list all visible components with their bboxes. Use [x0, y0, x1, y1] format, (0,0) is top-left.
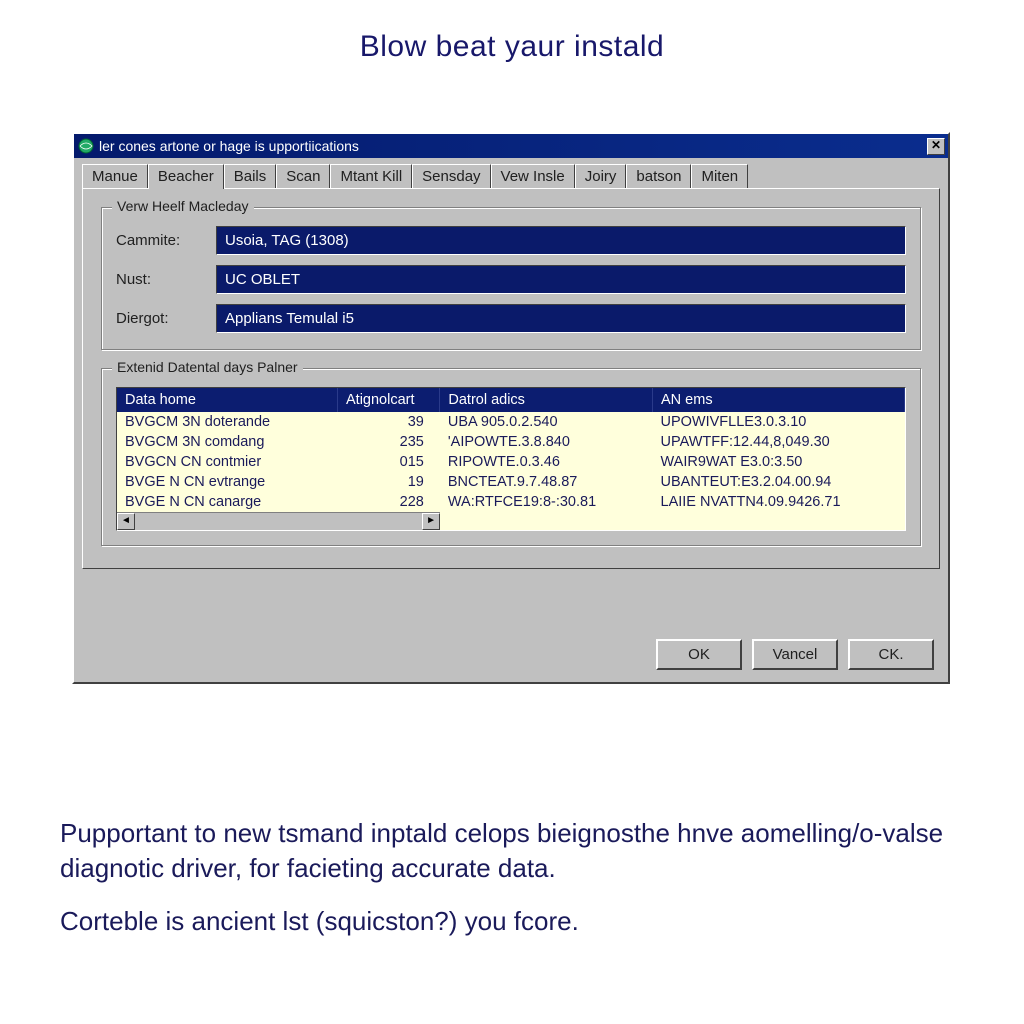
data-table-wrap: Data home Atignolcart Datrol adics AN em… — [116, 387, 906, 531]
col-header-an-ems[interactable]: AN ems — [653, 388, 905, 412]
table-row[interactable]: BVGE N CN canarge 228 WA:RTFCE19:8-:30.8… — [117, 492, 905, 512]
value-nust[interactable]: UC OBLET — [216, 265, 906, 294]
cell: WAIR9WAT E3.0:3.50 — [653, 452, 905, 472]
tab-sensday[interactable]: Sensday — [412, 164, 490, 188]
cell: UBANTEUT:E3.2.04.00.94 — [653, 472, 905, 492]
data-table: Data home Atignolcart Datrol adics AN em… — [117, 388, 905, 512]
table-row[interactable]: BVGCM 3N comdang 235 'AIPOWTE.3.8.840 UP… — [117, 432, 905, 452]
paragraph-2: Corteble is ancient lst (squicston?) you… — [60, 904, 960, 939]
scroll-right-icon[interactable]: ► — [422, 513, 440, 530]
tab-batson[interactable]: batson — [626, 164, 691, 188]
cell: UPAWTFF:12.44,8,049.30 — [653, 432, 905, 452]
cell: UBA 905.0.2.540 — [440, 412, 653, 432]
button-row: OK Vancel CK. — [74, 629, 948, 682]
cell: BVGCM 3N comdang — [117, 432, 338, 452]
tab-scan[interactable]: Scan — [276, 164, 330, 188]
dialog-window: ler cones artone or hage is upportiicati… — [72, 132, 950, 684]
tab-manue[interactable]: Manue — [82, 164, 148, 188]
label-nust: Nust: — [116, 271, 216, 288]
label-cammite: Cammite: — [116, 232, 216, 249]
cancel-button[interactable]: Vancel — [752, 639, 838, 670]
col-header-atignolcart[interactable]: Atignolcart — [338, 388, 440, 412]
scroll-left-icon[interactable]: ◄ — [117, 513, 135, 530]
body-copy: Pupportant to new tsmand inptald celops … — [60, 816, 960, 957]
cell: 015 — [338, 452, 440, 472]
titlebar: ler cones artone or hage is upportiicati… — [74, 134, 948, 158]
table-row[interactable]: BVGCM 3N doterande 39 UBA 905.0.2.540 UP… — [117, 412, 905, 432]
cell: 'AIPOWTE.3.8.840 — [440, 432, 653, 452]
col-header-datrol-adics[interactable]: Datrol adics — [440, 388, 653, 412]
tab-vew-insle[interactable]: Vew Insle — [491, 164, 575, 188]
close-icon: ✕ — [931, 138, 941, 152]
tab-strip: Manue Beacher Bails Scan Mtant Kill Sens… — [82, 164, 940, 188]
cell: 235 — [338, 432, 440, 452]
value-cammite[interactable]: Usoia, TAG (1308) — [216, 226, 906, 255]
h-scrollbar[interactable]: ◄ ► — [117, 512, 440, 530]
cell: BVGE N CN canarge — [117, 492, 338, 512]
cell: 228 — [338, 492, 440, 512]
cell: 39 — [338, 412, 440, 432]
ck-button[interactable]: CK. — [848, 639, 934, 670]
cell: BVGCM 3N doterande — [117, 412, 338, 432]
cell: UPOWIVFLLE3.0.3.10 — [653, 412, 905, 432]
table-row[interactable]: BVGE N CN evtrange 19 BNCTEAT.9.7.48.87 … — [117, 472, 905, 492]
table-row[interactable]: BVGCN CN contmier 015 RIPOWTE.0.3.46 WAI… — [117, 452, 905, 472]
groupbox-verw-heelf: Verw Heelf Macleday Cammite: Usoia, TAG … — [101, 207, 921, 350]
page-title: Blow beat yaur instald — [0, 0, 1024, 64]
paragraph-1: Pupportant to new tsmand inptald celops … — [60, 816, 960, 886]
close-button[interactable]: ✕ — [927, 138, 945, 155]
cell: LAIIE NVATTN4.09.9426.71 — [653, 492, 905, 512]
groupbox-legend-1: Verw Heelf Macleday — [112, 198, 254, 214]
cell: BNCTEAT.9.7.48.87 — [440, 472, 653, 492]
cell: BVGE N CN evtrange — [117, 472, 338, 492]
app-icon — [78, 138, 94, 154]
tab-mtant-kill[interactable]: Mtant Kill — [330, 164, 412, 188]
cell: WA:RTFCE19:8-:30.81 — [440, 492, 653, 512]
scroll-track[interactable] — [135, 513, 422, 530]
tab-miten[interactable]: Miten — [691, 164, 748, 188]
groupbox-legend-2: Extenid Datental days Palner — [112, 359, 303, 375]
label-diergot: Diergot: — [116, 310, 216, 327]
tab-joiry[interactable]: Joiry — [575, 164, 627, 188]
groupbox-extenid: Extenid Datental days Palner Data home A… — [101, 368, 921, 546]
tab-bails[interactable]: Bails — [224, 164, 277, 188]
window-title: ler cones artone or hage is upportiicati… — [99, 138, 359, 154]
cell: BVGCN CN contmier — [117, 452, 338, 472]
cell: RIPOWTE.0.3.46 — [440, 452, 653, 472]
tab-beacher[interactable]: Beacher — [148, 164, 224, 189]
ok-button[interactable]: OK — [656, 639, 742, 670]
cell: 19 — [338, 472, 440, 492]
value-diergot[interactable]: Applians Temulal i5 — [216, 304, 906, 333]
tab-panel: Verw Heelf Macleday Cammite: Usoia, TAG … — [82, 188, 940, 569]
col-header-data-home[interactable]: Data home — [117, 388, 338, 412]
